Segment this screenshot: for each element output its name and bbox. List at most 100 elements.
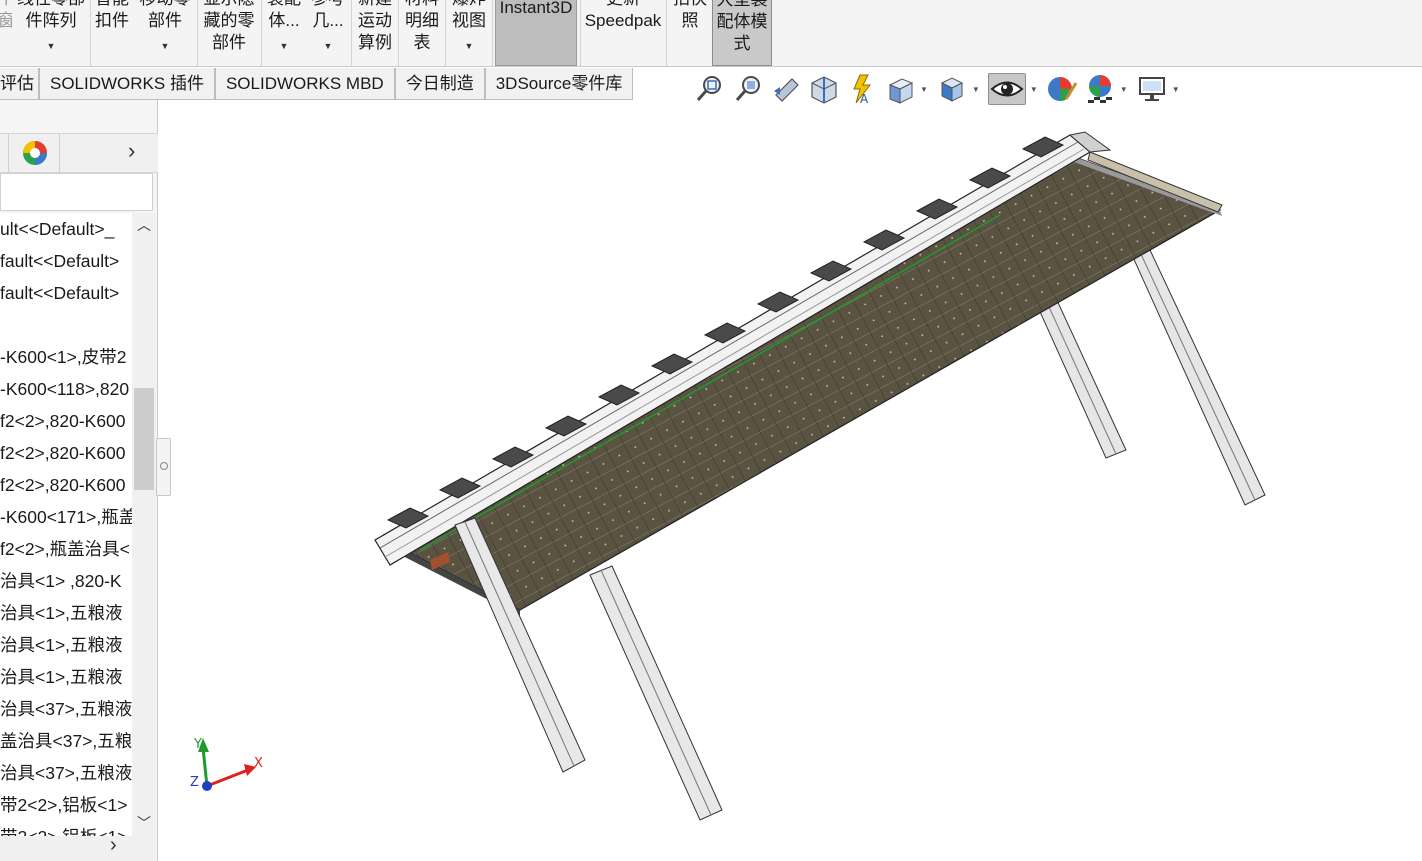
ribbon-label: 智能 xyxy=(95,0,129,10)
update-speedpak-button[interactable]: 更新 Speedpak xyxy=(583,0,663,66)
tree-item[interactable]: fault<<Default> xyxy=(0,277,132,309)
chevron-right-icon[interactable]: › xyxy=(128,138,135,164)
chevron-down-icon[interactable]: ▼ xyxy=(324,40,333,52)
tree-item[interactable]: 盖治具<37>,五粮 xyxy=(0,725,132,757)
tree-item[interactable]: f2<2>,820-K600 xyxy=(0,437,132,469)
ribbon-label: 配体模 xyxy=(716,12,768,31)
chevron-right-icon[interactable]: › xyxy=(110,834,117,857)
tree-item[interactable] xyxy=(0,309,132,341)
tab-today-manufacturing[interactable]: 今日制造 xyxy=(394,68,485,100)
chevron-down-icon[interactable]: ▼ xyxy=(280,40,289,52)
tree-item[interactable]: 治具<37>,五粮液 xyxy=(0,757,132,789)
feature-tree: ult<<Default>_ fault<<Default> fault<<De… xyxy=(0,213,132,843)
ribbon-label: 体... xyxy=(268,11,300,30)
panel-tab-partial[interactable] xyxy=(0,134,9,172)
bill-of-materials-button[interactable]: 材料 明细 表 xyxy=(402,0,442,66)
tree-item[interactable]: f2<2>,820-K600 xyxy=(0,469,132,501)
ribbon-separator xyxy=(261,0,262,66)
tree-vertical-scrollbar[interactable]: ︿ ﹀ xyxy=(132,213,156,843)
frame-rail xyxy=(374,134,1092,566)
panel-tab-appearance[interactable] xyxy=(10,134,60,172)
tree-item[interactable]: 治具<1>,五粮液 xyxy=(0,661,132,693)
ribbon-label: 表 xyxy=(413,33,431,52)
ribbon-label: 参考 xyxy=(311,0,345,10)
tree-item[interactable]: ult<<Default>_ xyxy=(0,213,132,245)
ribbon-label: 更新 xyxy=(606,0,640,10)
exploded-view-button[interactable]: 爆炸 视图 ▼ xyxy=(449,0,489,66)
tree-item[interactable]: -K600<1>,皮带2 xyxy=(0,341,132,373)
tree-item[interactable]: -K600<118>,820 xyxy=(0,373,132,405)
ribbon-label: 几... xyxy=(312,11,344,30)
tab-solidworks-mbd[interactable]: SOLIDWORKS MBD xyxy=(214,68,395,100)
ribbon-label: 件阵列 xyxy=(25,11,77,30)
tree-item[interactable]: f2<2>,820-K600 xyxy=(0,405,132,437)
ribbon-label: 线性零部 xyxy=(17,0,85,10)
chevron-down-icon[interactable]: ﹀ xyxy=(137,813,151,833)
ribbon-label: 材料 xyxy=(405,0,439,10)
tree-item[interactable]: -K600<171>,瓶盖 xyxy=(0,501,132,533)
ribbon-label: 扣件 xyxy=(95,11,129,30)
chevron-up-icon[interactable]: ︿ xyxy=(137,215,151,235)
ribbon-label: 显示隐 xyxy=(204,0,255,10)
linear-pattern-button[interactable]: 线性零部 件阵列 ▼ xyxy=(14,0,88,66)
show-hidden-components-button[interactable]: 显示隐 藏的零 部件 xyxy=(200,0,258,66)
tree-item[interactable]: 治具<1>,五粮液 xyxy=(0,629,132,661)
chevron-down-icon[interactable]: ▼ xyxy=(920,85,928,94)
command-manager-ribbon: 牛 窗 线性零部 件阵列 ▼ 智能 扣件 移动零 部件 ▼ 显示隐 藏的零 部件… xyxy=(0,0,1422,67)
tree-horizontal-scrollbar[interactable]: › xyxy=(0,834,156,861)
graphics-viewport[interactable]: Y X Z xyxy=(158,100,1422,861)
triad-z-label: Z xyxy=(190,775,199,790)
tree-item[interactable]: 治具<1> ,820-K xyxy=(0,565,132,597)
reference-geometry-button[interactable]: 参考 几... ▼ xyxy=(308,0,348,66)
chevron-down-icon[interactable]: ▼ xyxy=(1030,85,1038,94)
tab-3dsource-library[interactable]: 3DSource零件库 xyxy=(484,68,634,100)
large-assembly-mode-button[interactable]: 大型装 配体模 式 xyxy=(712,0,772,66)
tab-evaluate[interactable]: 评估 xyxy=(0,68,39,100)
leg-front-right xyxy=(589,565,723,821)
take-snapshot-button[interactable]: 拍快 照 xyxy=(670,0,710,66)
chevron-down-icon[interactable]: ▼ xyxy=(161,40,170,52)
ribbon-label: 部件 xyxy=(148,11,182,30)
new-motion-study-button[interactable]: 新建 运动 算例 xyxy=(355,0,395,66)
tree-item[interactable]: 治具<1>,五粮液 xyxy=(0,597,132,629)
chevron-down-icon[interactable]: ▼ xyxy=(972,85,980,94)
ribbon-separator xyxy=(197,0,198,66)
smart-fastener-button[interactable]: 智能 扣件 xyxy=(93,0,131,66)
instant3d-button[interactable]: Instant3D xyxy=(495,0,577,66)
ribbon-label: 移动零 xyxy=(140,0,191,10)
leg-back-right xyxy=(1131,249,1266,506)
ribbon-separator xyxy=(351,0,352,66)
ribbon-separator xyxy=(445,0,446,66)
ribbon-label: 藏的零 xyxy=(203,11,255,30)
ribbon-separator xyxy=(580,0,581,66)
ribbon-label: 式 xyxy=(733,34,751,53)
assembly-features-button[interactable]: 装配 体... ▼ xyxy=(264,0,304,66)
ribbon-separator xyxy=(492,0,493,66)
appearance-icon xyxy=(22,141,47,165)
scrollbar-thumb[interactable] xyxy=(134,388,154,490)
tree-item[interactable]: 治具<37>,五粮液 xyxy=(0,693,132,725)
chevron-down-icon[interactable]: ▼ xyxy=(1120,85,1128,94)
tree-item[interactable]: fault<<Default> xyxy=(0,245,132,277)
chevron-down-icon[interactable]: ▼ xyxy=(1172,85,1180,94)
ribbon-label: 装配 xyxy=(267,0,301,10)
tree-item[interactable]: f2<2>,瓶盖治具< xyxy=(0,533,132,565)
triad-x-label: X xyxy=(254,756,263,771)
chevron-down-icon[interactable]: ▼ xyxy=(47,40,56,52)
ribbon-label: 算例 xyxy=(358,33,392,52)
ribbon-button-partial[interactable]: 牛 窗 xyxy=(0,0,12,66)
conveyor-belt xyxy=(393,147,1222,616)
ribbon-label: 新建 xyxy=(358,0,392,10)
tree-item[interactable]: 带2<2>,铝板<1> xyxy=(0,789,132,821)
ribbon-separator xyxy=(398,0,399,66)
move-component-button[interactable]: 移动零 部件 ▼ xyxy=(136,0,194,66)
tab-solidworks-addins[interactable]: SOLIDWORKS 插件 xyxy=(39,68,215,100)
coordinate-triad: Y X Z xyxy=(190,737,263,791)
triad-x-axis xyxy=(206,768,249,788)
ribbon-label: 视图 xyxy=(452,11,486,30)
tree-filter-field[interactable] xyxy=(0,173,153,211)
chevron-down-icon[interactable]: ▼ xyxy=(465,40,474,52)
ribbon-label: 窗 xyxy=(0,11,12,30)
panel-tabs: › xyxy=(0,133,158,173)
ribbon-separator xyxy=(666,0,667,66)
